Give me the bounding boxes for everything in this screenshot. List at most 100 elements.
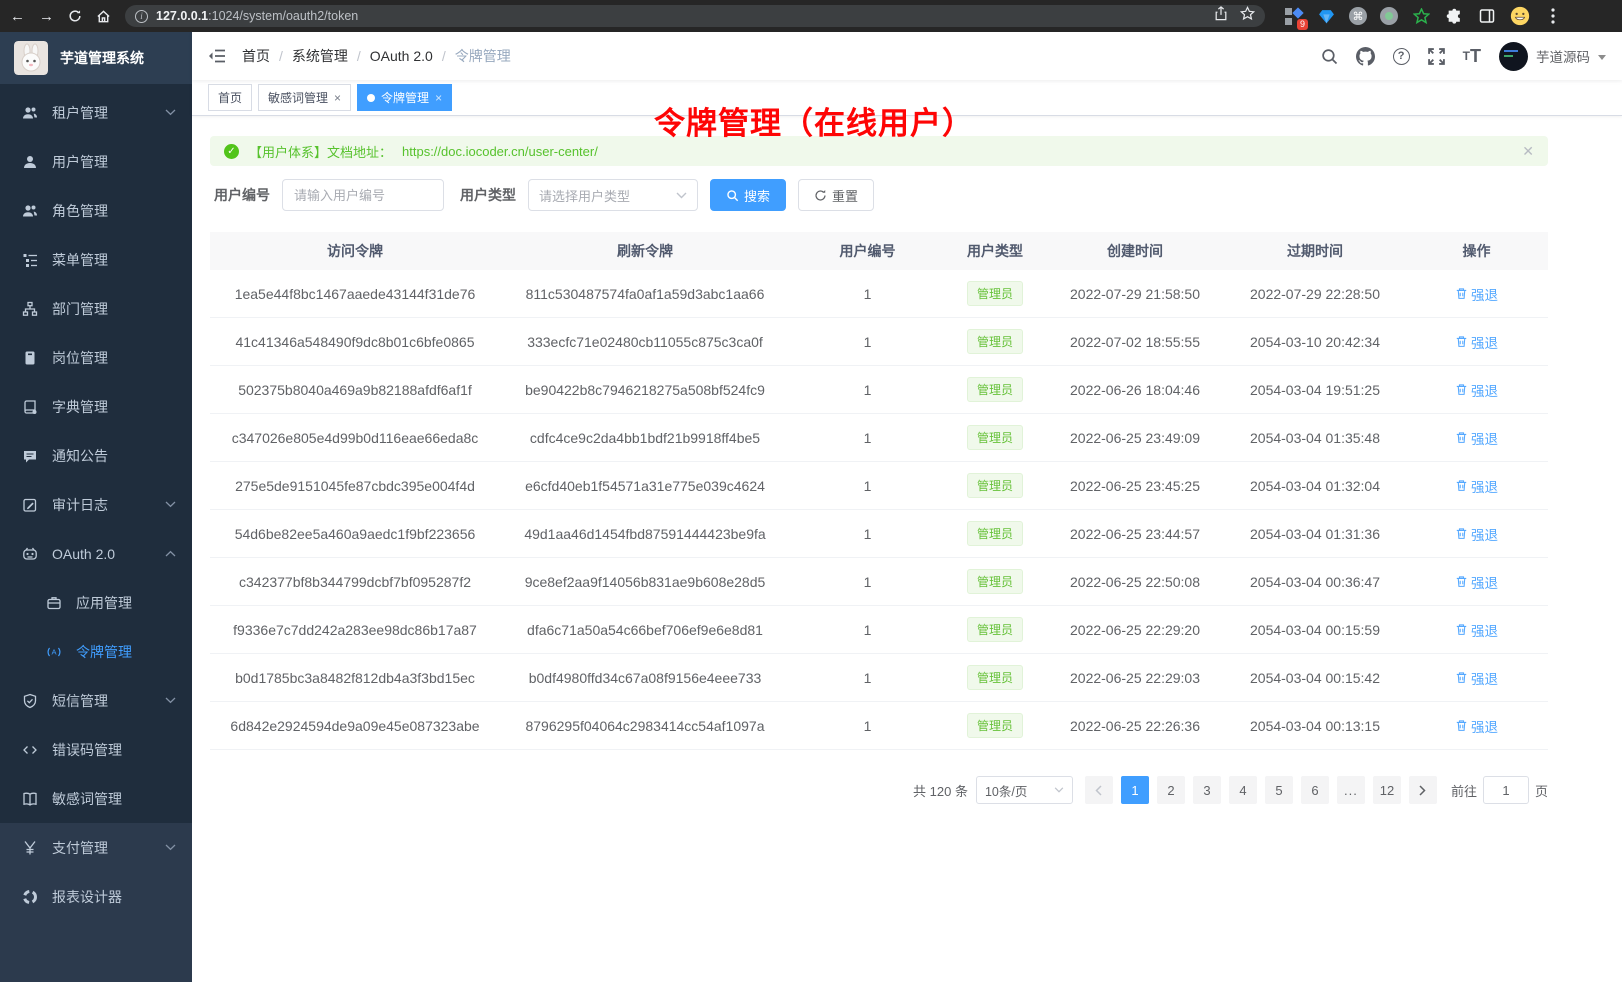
table-row: 54d6be82ee5a460a9aedc1f9bf22365649d1aa46… [210,510,1548,558]
sidebar-item-errcode[interactable]: 错误码管理 [0,725,192,774]
action-cell: 强退 [1405,572,1548,592]
share-icon[interactable] [1214,6,1228,26]
sidebar-item-dept[interactable]: 部门管理 [0,284,192,333]
sidebar-item-post[interactable]: 岗位管理 [0,333,192,382]
sidebar-item-audit[interactable]: 审计日志 [0,480,192,529]
next-page-button[interactable] [1409,776,1437,804]
font-size-icon[interactable]: TT [1463,47,1481,65]
address-bar[interactable]: i 127.0.0.1:1024/system/oauth2/token [125,5,1265,27]
close-icon[interactable]: × [334,92,341,104]
user-type-cell: 管理员 [945,713,1045,738]
gem-extension-icon[interactable] [1316,6,1336,26]
forward-icon[interactable]: → [39,9,54,24]
force-logout-button[interactable]: 强退 [1455,524,1498,544]
close-icon[interactable]: ✕ [1522,143,1534,160]
app-logo-bar[interactable]: 芋道管理系统 [0,32,192,84]
sidebar-item-sms[interactable]: 短信管理 [0,676,192,725]
page-info-icon[interactable]: i [135,10,148,23]
sidebar-item-pay[interactable]: 支付管理 [0,823,192,872]
bookmark-star-icon[interactable] [1240,6,1255,26]
create-time-cell: 2022-06-25 23:45:25 [1045,478,1225,494]
breadcrumb: 首页/系统管理/OAuth 2.0/令牌管理 [242,46,511,66]
browser-menu-icon[interactable] [1543,6,1563,26]
force-logout-button[interactable]: 强退 [1455,284,1498,304]
force-logout-button[interactable]: 强退 [1455,716,1498,736]
sidebar-item-label: 租户管理 [52,103,151,123]
table-body: 1ea5e44f8bc1467aaede43144f31de76811c5304… [210,270,1548,750]
page-button-6[interactable]: 6 [1301,776,1329,804]
refresh-token-cell: 8796295f04064c2983414cc54af1097a [500,718,790,734]
expire-time-cell: 2054-03-04 19:51:25 [1225,382,1405,398]
sidebar-item-notice[interactable]: 通知公告 [0,431,192,480]
sidebar-item-report[interactable]: 报表设计器 [0,872,192,921]
search-icon[interactable] [1321,48,1338,65]
search-button[interactable]: 搜索 [710,179,786,211]
home-icon[interactable] [96,9,111,24]
close-icon[interactable]: × [435,92,442,104]
command-extension-icon[interactable]: ⌘ [1349,7,1367,25]
access-token-cell: 41c41346a548490f9dc8b01c6bfe0865 [210,334,500,350]
sidebar-toggle-icon[interactable] [1477,6,1497,26]
page-button-5[interactable]: 5 [1265,776,1293,804]
action-cell: 强退 [1405,380,1548,400]
force-logout-button[interactable]: 强退 [1455,332,1498,352]
star-extension-icon[interactable] [1411,6,1431,26]
refresh-token-cell: cdfc4ce9c2da4bb1bdf21b9918ff4be5 [500,430,790,446]
force-logout-button[interactable]: 强退 [1455,620,1498,640]
chevron-down-icon [165,501,176,508]
action-cell: 强退 [1405,332,1548,352]
sidebar-item-oauth[interactable]: OAuth 2.0 [0,529,192,578]
goto-page-input[interactable] [1483,776,1529,804]
puzzle-icon[interactable] [1444,6,1464,26]
menu-fold-icon[interactable] [208,48,226,64]
sidebar-item-dict[interactable]: 字典管理 [0,382,192,431]
chevron-down-icon [1054,787,1064,793]
browser-toolbar: ← → i 127.0.0.1:1024/system/oauth2/token [0,0,1622,32]
page-button-4[interactable]: 4 [1229,776,1257,804]
sidebar-item-menu[interactable]: 菜单管理 [0,235,192,284]
more-pages-icon[interactable]: ... [1337,776,1365,804]
sidebar-item-tenant[interactable]: 租户管理 [0,88,192,137]
force-logout-button[interactable]: 强退 [1455,476,1498,496]
post-icon [22,350,38,366]
profile-avatar-icon[interactable] [1510,6,1530,26]
reset-button[interactable]: 重置 [798,179,874,211]
view-tag-active[interactable]: 令牌管理× [357,84,452,111]
breadcrumb-item[interactable]: 系统管理 [292,46,348,66]
view-tag-item[interactable]: 首页 [208,84,252,111]
back-icon[interactable]: ← [10,9,25,24]
extension-grid-icon[interactable]: 9 [1283,6,1303,26]
help-icon[interactable]: ? [1393,48,1410,65]
breadcrumb-separator: / [442,48,446,64]
force-logout-button[interactable]: 强退 [1455,572,1498,592]
user-type-select[interactable]: 请选择用户类型 [528,179,698,211]
fullscreen-icon[interactable] [1428,48,1445,65]
breadcrumb-separator: / [357,48,361,64]
user-id-input[interactable] [282,179,444,211]
prev-page-button[interactable] [1085,776,1113,804]
github-icon[interactable] [1356,47,1375,66]
page-button-1[interactable]: 1 [1121,776,1149,804]
force-logout-button[interactable]: 强退 [1455,428,1498,448]
force-logout-button[interactable]: 强退 [1455,380,1498,400]
sidebar-item-role[interactable]: 角色管理 [0,186,192,235]
sidebar-item-user[interactable]: 用户管理 [0,137,192,186]
page-button-3[interactable]: 3 [1193,776,1221,804]
dot-extension-icon[interactable] [1380,7,1398,25]
breadcrumb-item[interactable]: OAuth 2.0 [370,48,433,64]
page-size-select[interactable]: 10条/页 [976,776,1073,804]
sidebar-item-sensitive[interactable]: 敏感词管理 [0,774,192,823]
page-button-2[interactable]: 2 [1157,776,1185,804]
user-type-badge: 管理员 [967,521,1023,546]
force-logout-button[interactable]: 强退 [1455,668,1498,688]
sidebar-item-token[interactable]: A令牌管理 [0,627,192,676]
page-button-12[interactable]: 12 [1373,776,1401,804]
top-navbar: 首页/系统管理/OAuth 2.0/令牌管理 ? TT 芋道源码 [192,32,1622,80]
breadcrumb-item[interactable]: 首页 [242,46,270,66]
user-menu[interactable]: 芋道源码 [1499,42,1606,71]
reload-icon[interactable] [68,9,82,23]
sidebar-item-app[interactable]: 应用管理 [0,578,192,627]
create-time-cell: 2022-06-25 22:29:20 [1045,622,1225,638]
view-tag-item[interactable]: 敏感词管理× [258,84,351,111]
doc-link[interactable]: https://doc.iocoder.cn/user-center/ [402,144,598,159]
